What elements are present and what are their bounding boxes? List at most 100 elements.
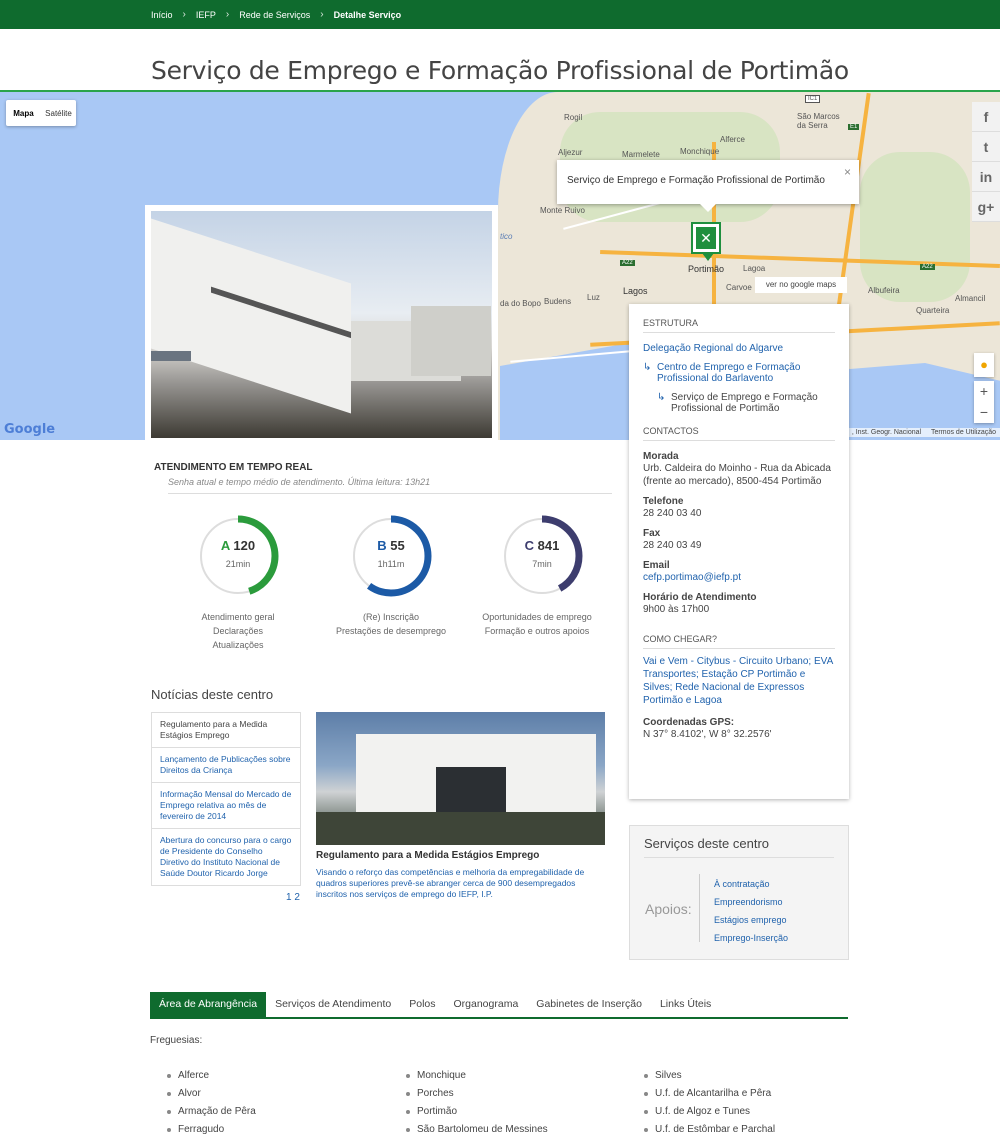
- freguesia-item: Monchique: [406, 1067, 548, 1085]
- map-label: da do Bopo: [500, 299, 541, 308]
- gps-value: N 37° 8.4102', W 8° 32.2576': [643, 729, 772, 740]
- corner-arrow-icon: ↳: [643, 362, 652, 373]
- phone-value: 28 240 03 40: [643, 508, 702, 519]
- google-plus-icon[interactable]: g+: [972, 192, 1000, 222]
- tab-organograma[interactable]: Organograma: [445, 992, 528, 1017]
- freguesias-column-3: Silves U.f. de Alcantarilha e Pêra U.f. …: [644, 1067, 775, 1139]
- hours-label: Horário de Atendimento: [643, 592, 757, 603]
- linkedin-icon[interactable]: in: [972, 162, 1000, 192]
- zoom-in-button[interactable]: +: [974, 381, 994, 402]
- map-label: Almancil: [955, 294, 986, 303]
- tab-polos[interactable]: Polos: [400, 992, 444, 1017]
- map-terms-link[interactable]: Termos de Utilização: [931, 429, 996, 436]
- email-label: Email: [643, 560, 670, 571]
- google-maps-link[interactable]: ver no google maps: [755, 277, 847, 293]
- building-image: [151, 211, 492, 438]
- map-label: Quarteira: [916, 306, 950, 315]
- news-pagination[interactable]: 1 2: [286, 892, 300, 903]
- news-featured-title[interactable]: Regulamento para a Medida Estágios Empre…: [316, 850, 539, 861]
- corner-arrow-icon: ↳: [657, 392, 666, 403]
- freguesia-item: U.f. de Algoz e Tunes: [644, 1103, 775, 1121]
- queue-ticket: A 120: [220, 538, 256, 553]
- close-icon[interactable]: ×: [844, 165, 851, 179]
- freguesia-item: Alvor: [167, 1085, 256, 1103]
- freguesia-item: Porches: [406, 1085, 548, 1103]
- center-photo: [145, 205, 498, 440]
- freguesia-item: U.f. de Estômbar e Parchal: [644, 1121, 775, 1139]
- map-data-credit: , Inst. Geogr. Nacional: [851, 429, 922, 436]
- fax-label: Fax: [643, 528, 661, 539]
- page-title: Serviço de Emprego e Formação Profission…: [151, 56, 849, 85]
- map-type-map[interactable]: Mapa: [6, 109, 41, 118]
- freguesia-item: São Bartolomeu de Messines: [406, 1121, 548, 1139]
- structure-service-label: Serviço de Emprego e Formação Profission…: [671, 392, 818, 414]
- map-label: Alferce: [720, 135, 745, 144]
- chevron-right-icon: ›: [182, 9, 186, 20]
- map-label: Albufeira: [868, 286, 900, 295]
- structure-center-link[interactable]: Centro de Emprego e Formação Profissiona…: [657, 362, 800, 384]
- service-link[interactable]: Emprego-Inserção: [714, 929, 788, 947]
- queue-gauge-b: B 55 1h11m: [349, 514, 433, 598]
- freguesia-item: Armação de Pêra: [167, 1103, 256, 1121]
- tab-links-uteis[interactable]: Links Úteis: [651, 992, 720, 1017]
- facebook-icon[interactable]: f: [972, 102, 1000, 132]
- contacts-heading: CONTACTOS: [643, 426, 835, 441]
- service-link[interactable]: Estágios emprego: [714, 911, 788, 929]
- map-label: Carvoe: [726, 283, 752, 292]
- twitter-icon[interactable]: t: [972, 132, 1000, 162]
- queue-wait-time: 1h11m: [377, 559, 405, 569]
- services-list: À contratação Empreendorismo Estágios em…: [714, 875, 788, 947]
- freguesia-item: Alferce: [167, 1067, 256, 1085]
- service-link[interactable]: À contratação: [714, 875, 788, 893]
- freguesia-item: Silves: [644, 1067, 775, 1085]
- news-item[interactable]: Informação Mensal do Mercado de Emprego …: [151, 783, 301, 829]
- map-label: Monte Ruivo: [540, 206, 585, 215]
- iefp-logo-icon: ✕: [696, 227, 716, 249]
- map-label: Monchique: [680, 147, 720, 156]
- service-link[interactable]: Empreendorismo: [714, 893, 788, 911]
- zoom-out-button[interactable]: −: [974, 402, 994, 423]
- address-value: Urb. Caldeira do Moinho - Rua da Abicada…: [643, 463, 831, 487]
- map-label: Marmelete: [622, 150, 660, 159]
- tab-gabinetes-insercao[interactable]: Gabinetes de Inserção: [527, 992, 651, 1017]
- news-item[interactable]: Abertura do concurso para o cargo de Pre…: [151, 829, 301, 886]
- map-label: A22: [620, 260, 635, 266]
- map-type-satellite[interactable]: Satélite: [41, 109, 76, 118]
- hours-value: 9h00 às 17h00: [643, 604, 710, 615]
- realtime-title: ATENDIMENTO EM TEMPO REAL: [154, 462, 313, 473]
- map-info-window: Serviço de Emprego e Formação Profission…: [557, 160, 859, 212]
- news-featured-image[interactable]: [316, 712, 605, 845]
- structure-regional-link[interactable]: Delegação Regional do Algarve: [643, 343, 835, 354]
- zoom-control: + −: [974, 381, 994, 423]
- breadcrumb-rede[interactable]: Rede de Serviços: [239, 10, 310, 20]
- tab-servicos-atendimento[interactable]: Serviços de Atendimento: [266, 992, 400, 1017]
- breadcrumb-home[interactable]: Início: [151, 10, 173, 20]
- street-view-pegman-icon[interactable]: ●: [974, 353, 994, 377]
- map-label: Aljezur: [558, 148, 583, 157]
- queue-gauge-c: C 841 7min: [500, 514, 584, 598]
- queue-ticket: C 841: [524, 538, 560, 553]
- top-bar: Início › IEFP › Rede de Serviços › Detal…: [0, 0, 1000, 29]
- map-label: tico: [500, 232, 513, 241]
- news-item[interactable]: Regulamento para a Medida Estágios Empre…: [151, 712, 301, 748]
- queue-wait-time: 21min: [225, 559, 251, 569]
- news-item[interactable]: Lançamento de Publicações sobre Direitos…: [151, 748, 301, 783]
- structure-service-item: ↳ Serviço de Emprego e Formação Profissi…: [657, 392, 835, 414]
- google-logo: Google: [4, 422, 56, 437]
- freguesias-column-1: Alferce Alvor Armação de Pêra Ferragudo: [167, 1067, 256, 1139]
- news-featured-text[interactable]: Visando o reforço das competências e mel…: [316, 867, 601, 900]
- directions-links[interactable]: Vai e Vem - Citybus - Circuito Urbano; E…: [643, 655, 835, 707]
- chevron-right-icon: ›: [320, 9, 324, 20]
- map-label: Budens: [544, 297, 572, 306]
- info-tabs: Área de Abrangência Serviços de Atendime…: [150, 992, 848, 1019]
- freguesia-item: U.f. de Alcantarilha e Pêra: [644, 1085, 775, 1103]
- tab-area-abrangencia[interactable]: Área de Abrangência: [150, 992, 267, 1017]
- location-marker[interactable]: ✕: [691, 222, 721, 261]
- structure-center-item: ↳ Centro de Emprego e Formação Profissio…: [643, 362, 835, 384]
- services-category: Apoios:: [645, 901, 692, 917]
- email-link[interactable]: cefp.portimao@iefp.pt: [643, 571, 835, 584]
- breadcrumb-iefp[interactable]: IEFP: [196, 10, 216, 20]
- map-footer: , Inst. Geogr. Nacional Termos de Utiliz…: [847, 428, 1000, 437]
- realtime-attendance: ATENDIMENTO EM TEMPO REAL Senha atual e …: [150, 462, 612, 650]
- phone-label: Telefone: [643, 496, 684, 507]
